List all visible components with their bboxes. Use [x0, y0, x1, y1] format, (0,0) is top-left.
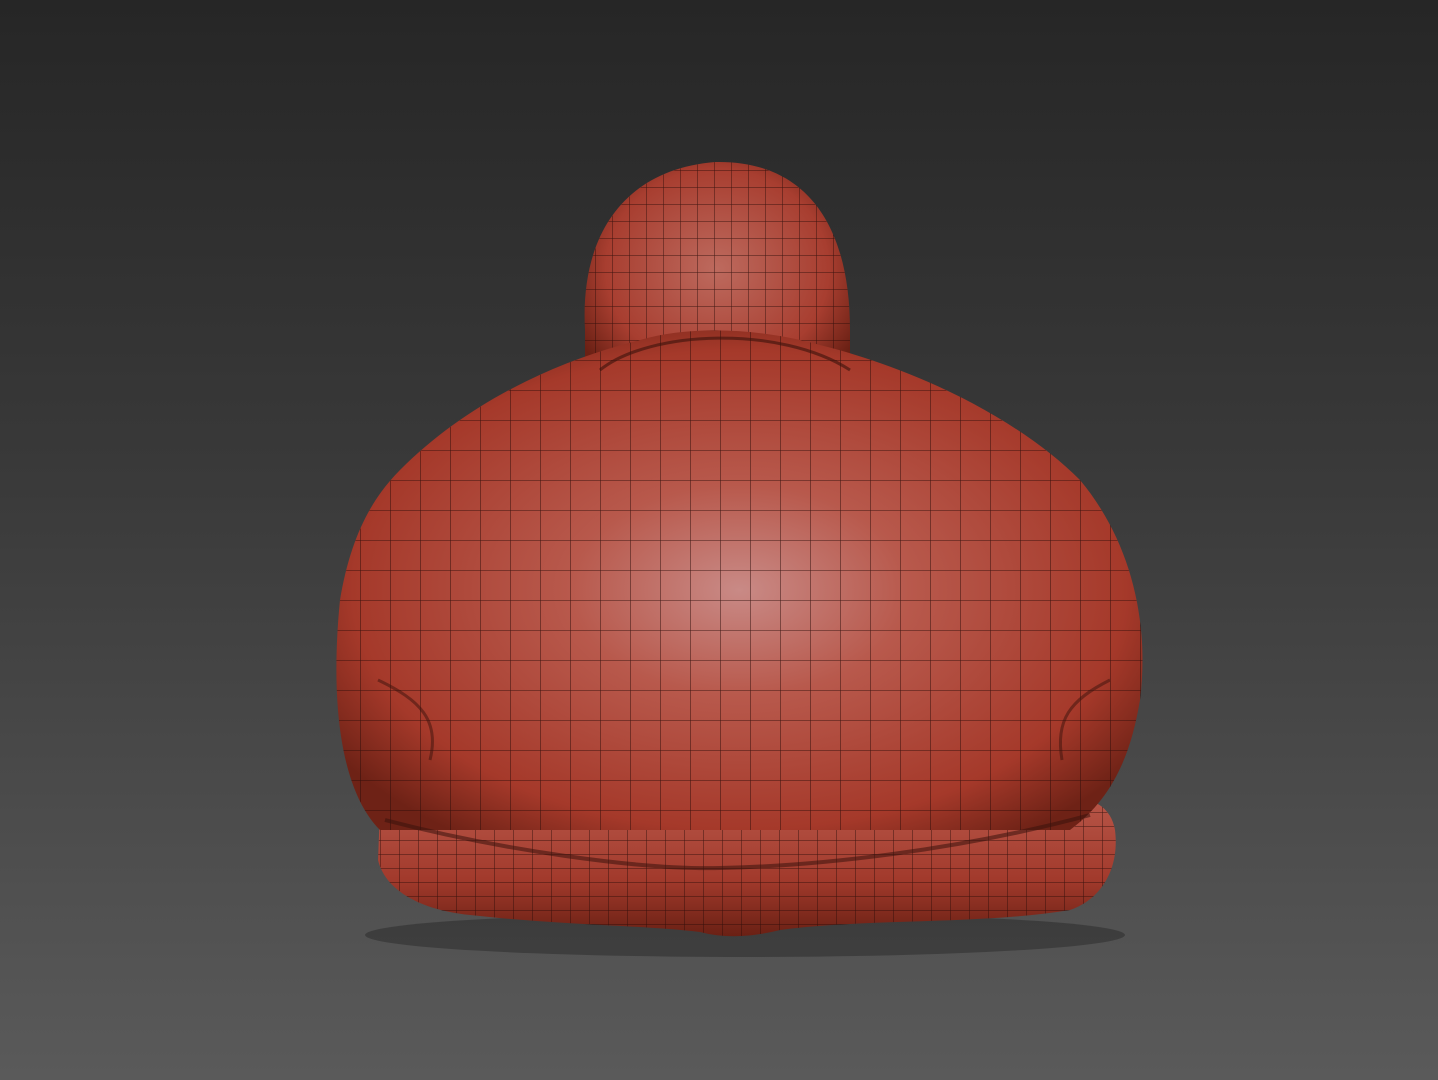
body: [336, 330, 1143, 871]
3d-viewport[interactable]: [0, 0, 1438, 1080]
sculpt-model: [336, 161, 1143, 957]
